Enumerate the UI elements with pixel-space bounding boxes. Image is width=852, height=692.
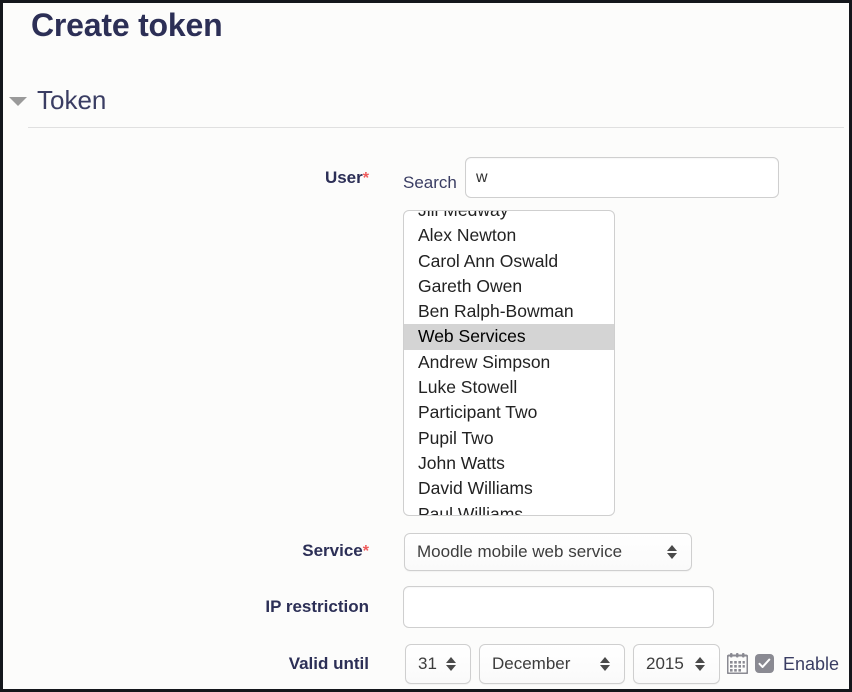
valid-until-month-select[interactable]: December [479, 644, 625, 684]
list-item[interactable]: Gareth Owen [404, 274, 614, 299]
chevron-down-icon[interactable] [9, 96, 27, 106]
user-listbox[interactable]: Jill Medway Alex Newton Carol Ann Oswald… [403, 210, 615, 516]
user-label-text: User [324, 168, 363, 187]
list-item[interactable]: Carol Ann Oswald [404, 249, 614, 274]
valid-until-year-value: 2015 [646, 654, 684, 673]
list-item[interactable]: Jill Medway [404, 211, 614, 223]
ip-restriction-label: IP restriction [183, 597, 369, 617]
list-item[interactable]: David Williams [404, 476, 614, 501]
stepper-arrows-icon [661, 545, 683, 559]
enable-label: Enable [783, 654, 840, 674]
token-section-header[interactable]: Token [9, 81, 107, 119]
section-divider [28, 127, 844, 128]
list-item[interactable]: Pupil Two [404, 426, 614, 451]
required-marker: * [362, 543, 369, 560]
list-item[interactable]: Ben Ralph-Bowman [404, 299, 614, 324]
stepper-arrows-icon [440, 657, 462, 671]
list-item[interactable]: Alex Newton [404, 223, 614, 248]
valid-until-month-value: December [492, 654, 571, 673]
valid-until-day-select[interactable]: 31 [405, 644, 471, 684]
list-item[interactable]: John Watts [404, 451, 614, 476]
stepper-arrows-icon [594, 657, 616, 671]
list-item-selected[interactable]: Web Services [404, 324, 614, 350]
valid-until-label-text: Valid until [288, 654, 369, 673]
ip-restriction-label-text: IP restriction [265, 597, 369, 616]
create-token-page: Create token Token User* Search Jill Med… [0, 0, 852, 692]
valid-until-day-value: 31 [418, 654, 437, 673]
valid-until-label: Valid until [201, 654, 369, 674]
list-item[interactable]: Andrew Simpson [404, 350, 614, 375]
list-item[interactable]: Luke Stowell [404, 375, 614, 400]
service-select[interactable]: Moodle mobile web service [404, 533, 692, 571]
service-select-value: Moodle mobile web service [417, 542, 623, 561]
calendar-icon[interactable] [726, 653, 749, 675]
list-item[interactable]: Paul Williams [404, 502, 614, 515]
valid-until-year-select[interactable]: 2015 [633, 644, 720, 684]
service-label-text: Service [302, 541, 363, 560]
user-label: User* [249, 168, 369, 188]
stepper-arrows-icon [689, 657, 711, 671]
search-input[interactable] [465, 157, 779, 198]
check-icon [758, 658, 771, 668]
enable-checkbox[interactable] [755, 654, 774, 673]
required-marker: * [362, 170, 369, 187]
search-label: Search [403, 173, 457, 192]
page-title: Create token [31, 7, 223, 43]
service-label: Service* [233, 541, 369, 561]
ip-restriction-input[interactable] [403, 586, 714, 628]
section-title: Token [37, 84, 107, 115]
user-listbox-inner: Jill Medway Alex Newton Carol Ann Oswald… [404, 211, 614, 515]
list-item[interactable]: Participant Two [404, 400, 614, 425]
